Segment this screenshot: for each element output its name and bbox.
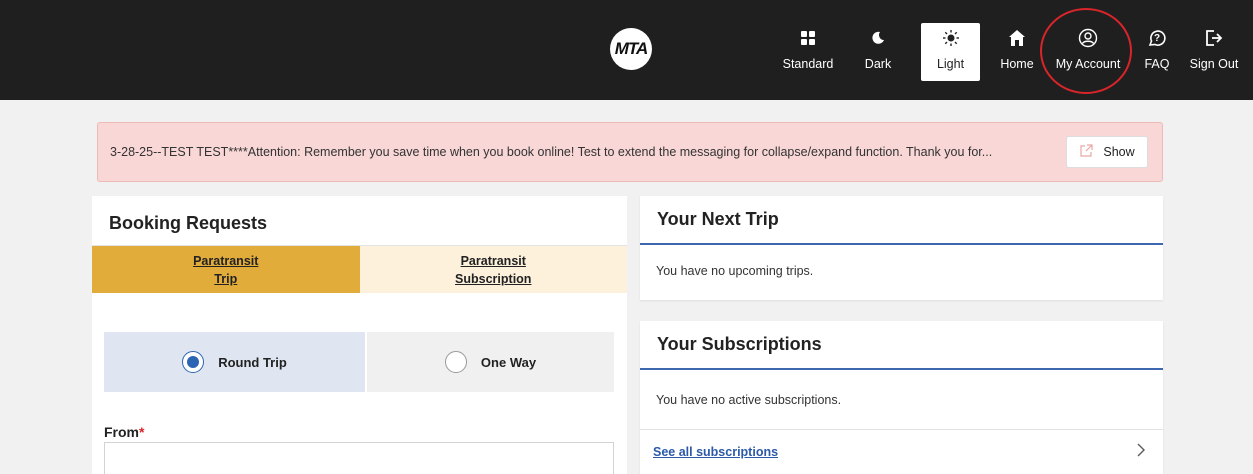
from-label: From*: [104, 424, 144, 440]
subscriptions-title: Your Subscriptions: [640, 321, 1163, 370]
nav-my-account-label: My Account: [1055, 57, 1121, 71]
home-icon: [1008, 25, 1026, 51]
nav-standard[interactable]: Standard: [778, 23, 838, 81]
nav-sign-out[interactable]: Sign Out: [1184, 23, 1244, 81]
show-button[interactable]: Show: [1066, 136, 1148, 168]
next-trip-card: Your Next Trip You have no upcoming trip…: [640, 196, 1163, 300]
alert-banner: 3-28-25--TEST TEST****Attention: Remembe…: [97, 122, 1163, 182]
tab-label-line2: Subscription: [455, 271, 532, 286]
help-icon: ?: [1147, 25, 1167, 51]
nav-standard-label: Standard: [782, 57, 834, 71]
from-label-text: From: [104, 424, 139, 440]
booking-requests-panel: Booking Requests Paratransit Trip Paratra…: [92, 196, 627, 474]
subscriptions-card: Your Subscriptions You have no active su…: [640, 321, 1163, 474]
round-trip-option[interactable]: Round Trip: [104, 332, 365, 392]
nav-light-label: Light: [936, 57, 965, 71]
nav-home[interactable]: Home: [997, 23, 1037, 81]
moon-icon: [871, 25, 885, 51]
round-trip-label: Round Trip: [218, 354, 287, 370]
tab-label-line1: Paratransit: [193, 253, 259, 268]
one-way-option[interactable]: One Way: [367, 332, 614, 392]
booking-title: Booking Requests: [109, 213, 268, 233]
sun-icon: [942, 25, 959, 51]
one-way-radio[interactable]: [444, 351, 467, 373]
round-trip-radio[interactable]: [182, 351, 205, 373]
tab-paratransit-trip[interactable]: Paratransit Trip: [92, 246, 360, 293]
tab-label-line2: Trip: [214, 271, 238, 286]
top-nav-bar: MTA Standard Dark Light Home My Account …: [0, 0, 1253, 100]
nav-faq-label: FAQ: [1144, 57, 1170, 71]
nav-light[interactable]: Light: [921, 23, 980, 81]
nav-dark[interactable]: Dark: [858, 23, 898, 81]
next-trip-title: Your Next Trip: [640, 196, 1163, 245]
nav-home-label: Home: [1000, 57, 1034, 71]
nav-sign-out-label: Sign Out: [1189, 57, 1239, 71]
nav-dark-label: Dark: [864, 57, 892, 71]
subscriptions-message: You have no active subscriptions.: [640, 370, 1163, 430]
nav-faq[interactable]: ? FAQ: [1137, 23, 1177, 81]
next-trip-message: You have no upcoming trips.: [656, 264, 814, 278]
booking-tabs: Paratransit Trip Paratransit Subscription: [92, 245, 627, 293]
required-asterisk: *: [139, 424, 145, 440]
one-way-label: One Way: [480, 354, 537, 370]
from-input[interactable]: [104, 442, 614, 474]
tab-paratransit-subscription[interactable]: Paratransit Subscription: [359, 246, 627, 293]
external-link-icon: [1079, 143, 1093, 161]
mta-logo[interactable]: MTA: [610, 28, 652, 70]
svg-text:?: ?: [1154, 33, 1160, 44]
grid-icon: [801, 25, 815, 51]
see-all-subscriptions-row[interactable]: See all subscriptions: [640, 430, 1163, 474]
sign-out-icon: [1205, 25, 1223, 51]
see-all-subscriptions-link[interactable]: See all subscriptions: [653, 445, 778, 459]
alert-text: 3-28-25--TEST TEST****Attention: Remembe…: [110, 145, 993, 159]
account-icon: [1078, 25, 1098, 51]
nav-my-account[interactable]: My Account: [1050, 23, 1126, 81]
tab-label-line1: Paratransit: [460, 253, 526, 268]
show-button-label: Show: [1103, 145, 1135, 159]
chevron-right-icon: [1137, 443, 1145, 462]
